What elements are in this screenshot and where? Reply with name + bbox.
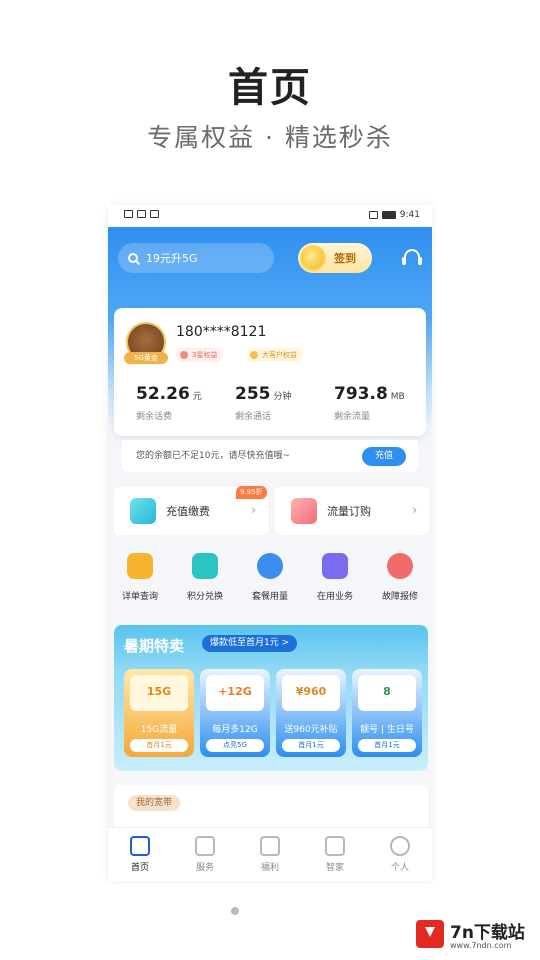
service-active[interactable]: 在用业务 [303, 551, 367, 602]
tab-welfare[interactable]: 福利 [238, 836, 302, 873]
service-grid: 详单查询 积分兑换 套餐用量 在用业务 故障报修 [108, 551, 432, 611]
recharge-button[interactable]: 充值 [362, 447, 406, 466]
watermark-name: 7n下载站 [450, 923, 525, 943]
service-detail[interactable]: 详单查询 [108, 551, 172, 602]
stat-data[interactable]: 793.8 MB 剩余流量 [334, 384, 405, 422]
star-icon [180, 351, 188, 359]
gift-box-icon [260, 836, 280, 856]
summer-sale-section: 暑期特卖 爆款低至首月1元 > 15G 15G流量 首月1元 +12G 每月多1… [114, 625, 428, 771]
wallet-icon [130, 498, 156, 524]
coin-icon [300, 245, 326, 271]
sale-item-button[interactable]: 首月1元 [358, 739, 416, 752]
chevron-right-icon: › [251, 503, 256, 517]
service-points[interactable]: 积分兑换 [173, 551, 237, 602]
low-balance-notice: 您的余额已不足10元，请尽快充值哦~ 充值 [122, 440, 418, 472]
data-package-icon [291, 498, 317, 524]
grid-icon [195, 836, 215, 856]
promo-subtitle: 专属权益 · 精选秒杀 [147, 123, 393, 152]
search-input[interactable]: 19元升5G [118, 243, 274, 273]
search-placeholder: 19元升5G [146, 252, 198, 265]
tag-star-rights[interactable]: 3星权益 [176, 348, 224, 362]
broadband-card[interactable]: 我的宽带 [114, 785, 428, 833]
summer-title: 暑期特卖 [124, 637, 185, 655]
battery-icon [381, 211, 396, 219]
service-repair[interactable]: 故障报修 [368, 551, 432, 602]
tab-bar: 首页 服务 福利 智家 个人 [108, 827, 432, 881]
person-icon [390, 836, 410, 856]
tv-icon [325, 836, 345, 856]
screen: 首页 专属权益 · 精选秒杀 9:41 19元升5G 签到 5G黄金 180**… [0, 0, 540, 960]
vibrate-icon [368, 211, 378, 219]
watermark-url: www.7ndn.com [450, 941, 512, 950]
broadband-title: 我的宽带 [128, 795, 181, 811]
pie-chart-icon [257, 553, 283, 579]
tab-profile[interactable]: 个人 [368, 836, 432, 873]
tab-smart-home[interactable]: 智家 [303, 836, 367, 873]
sale-item-button[interactable]: 首月1元 [130, 739, 188, 752]
tab-service[interactable]: 服务 [173, 836, 237, 873]
phone-frame: 9:41 19元升5G 签到 5G黄金 180****8121 3星权益 大客户… [108, 205, 432, 881]
promo-title: 首页 [228, 65, 312, 111]
sale-item-button[interactable]: 首月1元 [282, 739, 340, 752]
phone-number: 180****8121 [176, 324, 267, 340]
headset-icon[interactable] [402, 249, 422, 267]
status-bar: 9:41 [108, 205, 432, 227]
data-order-card[interactable]: 流量订购 › [275, 487, 429, 535]
status-time: 9:41 [399, 210, 420, 220]
page-indicator [231, 907, 239, 915]
sale-item-data[interactable]: 15G 15G流量 首月1元 [124, 669, 194, 757]
home-icon [130, 836, 150, 856]
discount-badge: 9.95折 [236, 486, 267, 499]
stat-balance[interactable]: 52.26 元 剩余话费 [136, 384, 202, 422]
list-icon [322, 553, 348, 579]
stat-minutes[interactable]: 255 分钟 剩余通话 [235, 384, 292, 422]
summer-pill[interactable]: 爆款低至首月1元 > [202, 635, 298, 652]
signin-label: 签到 [334, 252, 356, 265]
sim-icon [124, 210, 133, 218]
wrench-icon [387, 553, 413, 579]
data-order-label: 流量订购 [327, 505, 371, 518]
notification-icon [150, 210, 159, 218]
chevron-right-icon: › [412, 503, 417, 517]
diamond-icon [250, 351, 258, 359]
wifi-icon [137, 210, 146, 218]
search-icon [128, 253, 138, 263]
sale-item-lucky-number[interactable]: 8 靓号 | 生日号 首月1元 [352, 669, 422, 757]
sale-item-button[interactable]: 点亮5G [206, 739, 264, 752]
level-badge: 5G黄金 [124, 352, 168, 364]
gift-icon [192, 553, 218, 579]
service-usage[interactable]: 套餐用量 [238, 551, 302, 602]
detail-icon [127, 553, 153, 579]
signin-button[interactable]: 签到 [298, 243, 372, 273]
tab-home[interactable]: 首页 [108, 836, 172, 873]
watermark: 7n下载站 www.7ndn.com [414, 916, 534, 956]
user-card[interactable]: 5G黄金 180****8121 3星权益 大客户权益 52.26 元 剩余话费 … [114, 308, 426, 436]
notice-text: 您的余额已不足10元，请尽快充值哦~ [136, 451, 290, 461]
sale-item-extra-data[interactable]: +12G 每月多12G 点亮5G [200, 669, 270, 757]
tag-vip-rights[interactable]: 大客户权益 [246, 348, 303, 362]
download-icon [416, 920, 444, 948]
recharge-card-label: 充值缴费 [166, 505, 210, 518]
sale-item-subsidy[interactable]: ¥960 送960元补贴 首月1元 [276, 669, 346, 757]
